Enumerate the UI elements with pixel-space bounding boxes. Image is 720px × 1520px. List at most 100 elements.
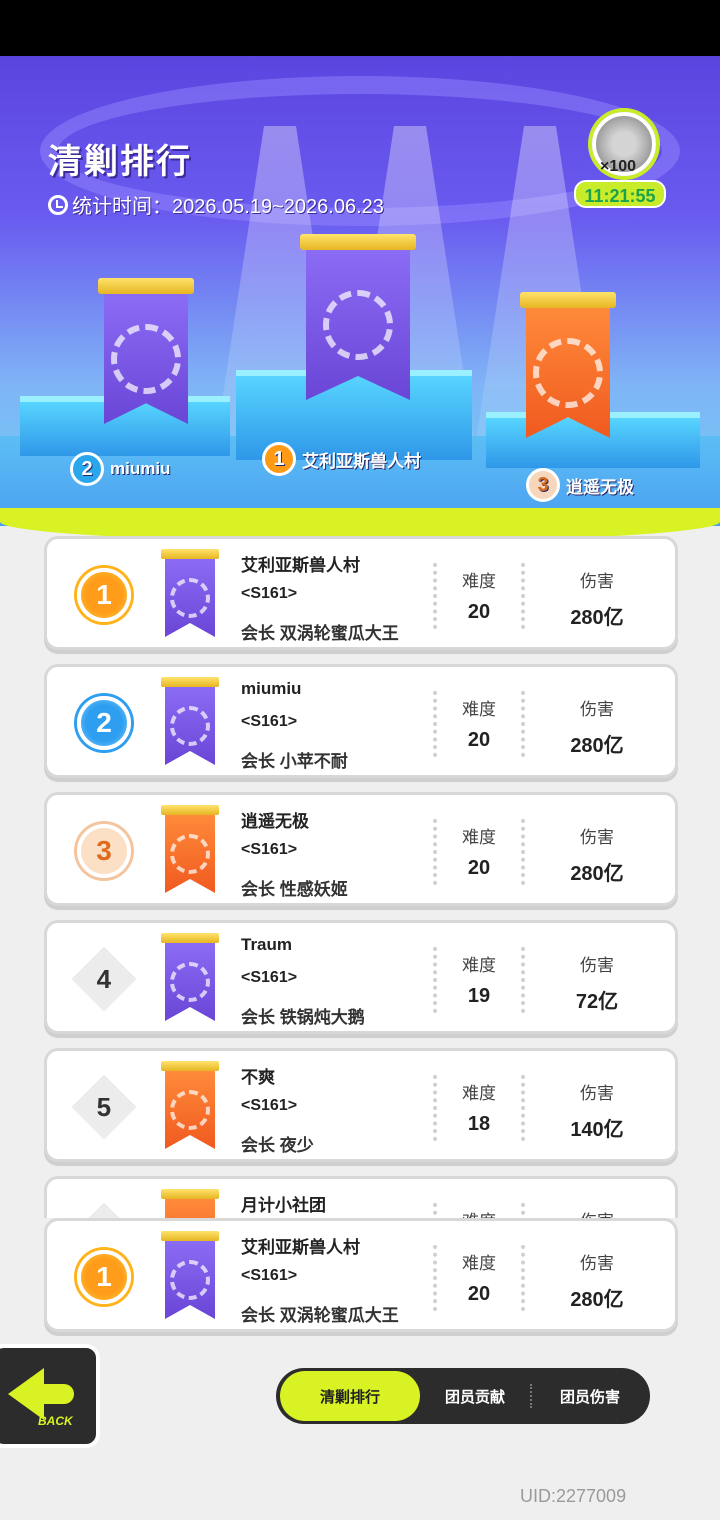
damage-header: 伤害 [580, 572, 614, 591]
podium-label-1: 1 艾利亚斯兽人村 [262, 442, 421, 476]
difficulty-header: 难度 [462, 572, 496, 591]
divider [433, 563, 437, 629]
divider [521, 1075, 525, 1141]
damage-value: 140亿 [570, 1119, 624, 1141]
guild-leader: 会长 双涡轮蜜瓜大王 [241, 1306, 399, 1325]
difficulty-value: 20 [467, 857, 491, 879]
guild-name: Traum [241, 935, 293, 954]
ranking-row[interactable]: 1 艾利亚斯兽人村 <S161> 会长 双涡轮蜜瓜大王 难度 20 伤害 280… [44, 536, 678, 650]
divider [521, 691, 525, 757]
divider [433, 1245, 437, 1311]
banner-rod [520, 292, 616, 308]
guild-banner [161, 805, 219, 893]
stats-period: 统计时间：2026.05.19~2026.06.23 [48, 190, 384, 219]
clock-icon [48, 194, 68, 215]
rank-2-icon: 2 [70, 452, 104, 486]
guild-name: 逍遥无极 [241, 812, 309, 831]
guild-emblem-icon [111, 324, 181, 394]
back-arrow-icon [8, 1368, 44, 1420]
difficulty-header: 难度 [453, 1207, 505, 1218]
divider [433, 947, 437, 1013]
banner-cloth [306, 250, 410, 400]
ranking-row[interactable]: 4 Traum <S161> 会长 铁锅炖大鹅 难度 19 伤害 72亿 [44, 920, 678, 1034]
rank-cell: 2 [69, 693, 139, 753]
difficulty-value: 20 [467, 1283, 491, 1305]
guild-banner [161, 549, 219, 637]
damage-header: 伤害 [557, 1207, 637, 1218]
difficulty-value: 20 [467, 601, 491, 623]
difficulty-value: 20 [467, 729, 491, 751]
page-title: 清剿排行 [48, 143, 192, 181]
podium-banner-1[interactable] [300, 234, 416, 400]
podium-banner-2[interactable] [98, 278, 194, 424]
divider [433, 691, 437, 757]
gold-medal-icon: 1 [77, 1250, 131, 1304]
damage-value: 280亿 [570, 1289, 624, 1311]
guild-name: 艾利亚斯兽人村 [241, 1238, 360, 1257]
ranking-row[interactable]: 3 逍遥无极 <S161> 会长 性感妖姬 难度 20 伤害 280亿 [44, 792, 678, 906]
reward-badge[interactable]: ×100 11:21:55 [574, 112, 670, 212]
guild-server: <S161> [241, 1097, 298, 1114]
guild-server: <S161> [241, 585, 298, 602]
rank-diamond-icon [71, 1202, 137, 1218]
rank-diamond-icon: 4 [71, 946, 137, 1012]
guild-leader: 会长 小苹不耐 [241, 752, 348, 771]
rank-3-icon: 3 [526, 468, 560, 502]
guild-emblem-icon [170, 1090, 210, 1130]
tab-clear-ranking[interactable]: 清剿排行 [280, 1371, 420, 1421]
podium-label-2: 2 miumiu [70, 452, 170, 486]
tab-member-contribution[interactable]: 团员贡献 [420, 1371, 530, 1421]
guild-leader: 会长 夜少 [241, 1136, 314, 1155]
reward-timer: 11:21:55 [574, 180, 666, 208]
status-bar [0, 0, 720, 56]
rank-diamond-icon: 5 [71, 1074, 137, 1140]
banner-cloth [526, 308, 610, 438]
guild-banner [161, 677, 219, 765]
damage-value: 280亿 [570, 735, 624, 757]
podium-name: 逍遥无极 [566, 477, 634, 497]
difficulty-header: 难度 [462, 700, 496, 719]
damage-header: 伤害 [580, 1254, 614, 1273]
bronze-medal-icon: 3 [77, 824, 131, 878]
ranking-row[interactable]: 5 不爽 <S161> 会长 夜少 难度 18 伤害 140亿 [44, 1048, 678, 1162]
difficulty-header: 难度 [462, 956, 496, 975]
tab-member-damage[interactable]: 团员伤害 [532, 1371, 648, 1421]
guild-emblem-icon [170, 706, 210, 746]
back-button[interactable]: BACK [0, 1344, 100, 1448]
damage-value: 72亿 [575, 991, 619, 1013]
my-guild-row[interactable]: 1 艾利亚斯兽人村 <S161> 会长 双涡轮蜜瓜大王 难度 20 伤害 280… [44, 1218, 678, 1332]
podium-name: 艾利亚斯兽人村 [302, 451, 421, 471]
difficulty-header: 难度 [462, 828, 496, 847]
divider [521, 1203, 525, 1218]
podium-name: miumiu [110, 459, 171, 478]
banner-rod [300, 234, 416, 250]
reward-count: ×100 [600, 158, 637, 175]
guild-leader: 会长 铁锅炖大鹅 [241, 1008, 365, 1027]
back-arrow-icon [40, 1384, 74, 1404]
divider [521, 947, 525, 1013]
rank-cell: 4 [69, 946, 139, 1012]
blue-medal-icon: 2 [77, 696, 131, 750]
podium-banner-3[interactable] [520, 292, 616, 438]
rank-cell: 1 [69, 565, 139, 625]
guild-banner [161, 1061, 219, 1149]
ranking-list[interactable]: 1 艾利亚斯兽人村 <S161> 会长 双涡轮蜜瓜大王 难度 20 伤害 280… [44, 536, 678, 1218]
difficulty-value: 18 [467, 1113, 491, 1135]
damage-header: 伤害 [580, 700, 614, 719]
back-label: BACK [38, 1414, 73, 1428]
guild-emblem-icon [170, 834, 210, 874]
damage-header: 伤害 [580, 956, 614, 975]
guild-server: <S161> [241, 713, 298, 730]
difficulty-header: 难度 [462, 1084, 496, 1103]
rank-cell: 5 [69, 1074, 139, 1140]
divider [521, 1245, 525, 1311]
guild-server: <S161> [241, 1267, 298, 1284]
ranking-row[interactable]: 月计小社团 难度 伤害 [44, 1176, 678, 1218]
guild-banner [161, 1231, 219, 1319]
guild-name: 月计小社团 [241, 1196, 326, 1215]
guild-banner [161, 1189, 219, 1218]
damage-header: 伤害 [580, 828, 614, 847]
divider [433, 819, 437, 885]
ranking-row[interactable]: 2 miumiu <S161> 会长 小苹不耐 难度 20 伤害 280亿 [44, 664, 678, 778]
guild-leader: 会长 双涡轮蜜瓜大王 [241, 624, 399, 643]
